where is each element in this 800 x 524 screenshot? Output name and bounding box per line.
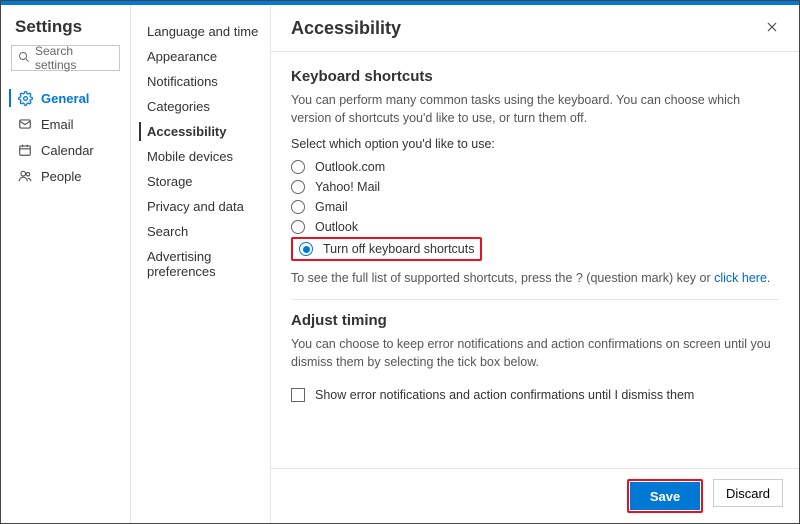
section-divider (291, 299, 779, 300)
radio-option-yahoo-mail[interactable]: Yahoo! Mail (291, 177, 779, 197)
keyboard-shortcuts-heading: Keyboard shortcuts (291, 68, 779, 85)
mail-icon (17, 116, 33, 132)
discard-button[interactable]: Discard (713, 479, 783, 507)
adjust-timing-desc: You can choose to keep error notificatio… (291, 335, 779, 371)
radio-icon (291, 220, 305, 234)
keyboard-shortcuts-prompt: Select which option you'd like to use: (291, 137, 779, 151)
adjust-timing-heading: Adjust timing (291, 312, 779, 329)
radio-icon (291, 180, 305, 194)
radio-icon (291, 200, 305, 214)
subnav-item-privacy-data[interactable]: Privacy and data (131, 194, 270, 219)
subnav-item-storage[interactable]: Storage (131, 169, 270, 194)
subnav-item-search[interactable]: Search (131, 219, 270, 244)
save-button[interactable]: Save (630, 482, 700, 510)
shortcuts-click-here-link[interactable]: click here (714, 271, 767, 285)
checkbox-icon (291, 388, 305, 402)
close-button[interactable] (759, 15, 785, 41)
settings-sidebar: Settings Search settings General (1, 5, 131, 523)
search-input[interactable]: Search settings (11, 45, 120, 71)
radio-label: Gmail (315, 200, 348, 214)
page-title: Accessibility (291, 18, 401, 39)
settings-subnav: Language and time Appearance Notificatio… (131, 5, 271, 523)
sidebar-item-general[interactable]: General (1, 85, 130, 111)
radio-label: Outlook (315, 220, 358, 234)
annotation-highlight: Turn off keyboard shortcuts (291, 237, 482, 261)
radio-label: Yahoo! Mail (315, 180, 380, 194)
people-icon (17, 168, 33, 184)
subnav-item-accessibility[interactable]: Accessibility (131, 119, 270, 144)
radio-option-outlook-com[interactable]: Outlook.com (291, 157, 779, 177)
radio-option-outlook[interactable]: Outlook (291, 217, 779, 237)
shortcuts-hint: To see the full list of supported shortc… (291, 271, 779, 285)
close-icon (765, 20, 779, 37)
subnav-item-language-time[interactable]: Language and time (131, 19, 270, 44)
radio-option-gmail[interactable]: Gmail (291, 197, 779, 217)
radio-icon (299, 242, 313, 256)
subnav-item-appearance[interactable]: Appearance (131, 44, 270, 69)
radio-option-turn-off[interactable]: Turn off keyboard shortcuts (297, 241, 476, 257)
sidebar-item-label: Email (41, 117, 74, 132)
settings-title: Settings (1, 15, 130, 45)
sidebar-item-label: Calendar (41, 143, 94, 158)
search-icon (18, 51, 35, 66)
timing-checkbox-row[interactable]: Show error notifications and action conf… (291, 382, 779, 408)
sidebar-item-people[interactable]: People (1, 163, 130, 189)
checkbox-label: Show error notifications and action conf… (315, 388, 694, 402)
radio-label: Turn off keyboard shortcuts (323, 242, 474, 256)
calendar-icon (17, 142, 33, 158)
subnav-item-advertising[interactable]: Advertising preferences (131, 244, 270, 284)
subnav-item-notifications[interactable]: Notifications (131, 69, 270, 94)
subnav-item-mobile-devices[interactable]: Mobile devices (131, 144, 270, 169)
radio-icon (291, 160, 305, 174)
keyboard-shortcuts-desc: You can perform many common tasks using … (291, 91, 779, 127)
gear-icon (17, 90, 33, 106)
subnav-item-categories[interactable]: Categories (131, 94, 270, 119)
radio-label: Outlook.com (315, 160, 385, 174)
annotation-highlight: Save (627, 479, 703, 513)
sidebar-item-label: People (41, 169, 81, 184)
search-placeholder: Search settings (35, 44, 113, 72)
sidebar-item-email[interactable]: Email (1, 111, 130, 137)
sidebar-item-label: General (41, 91, 89, 106)
sidebar-item-calendar[interactable]: Calendar (1, 137, 130, 163)
